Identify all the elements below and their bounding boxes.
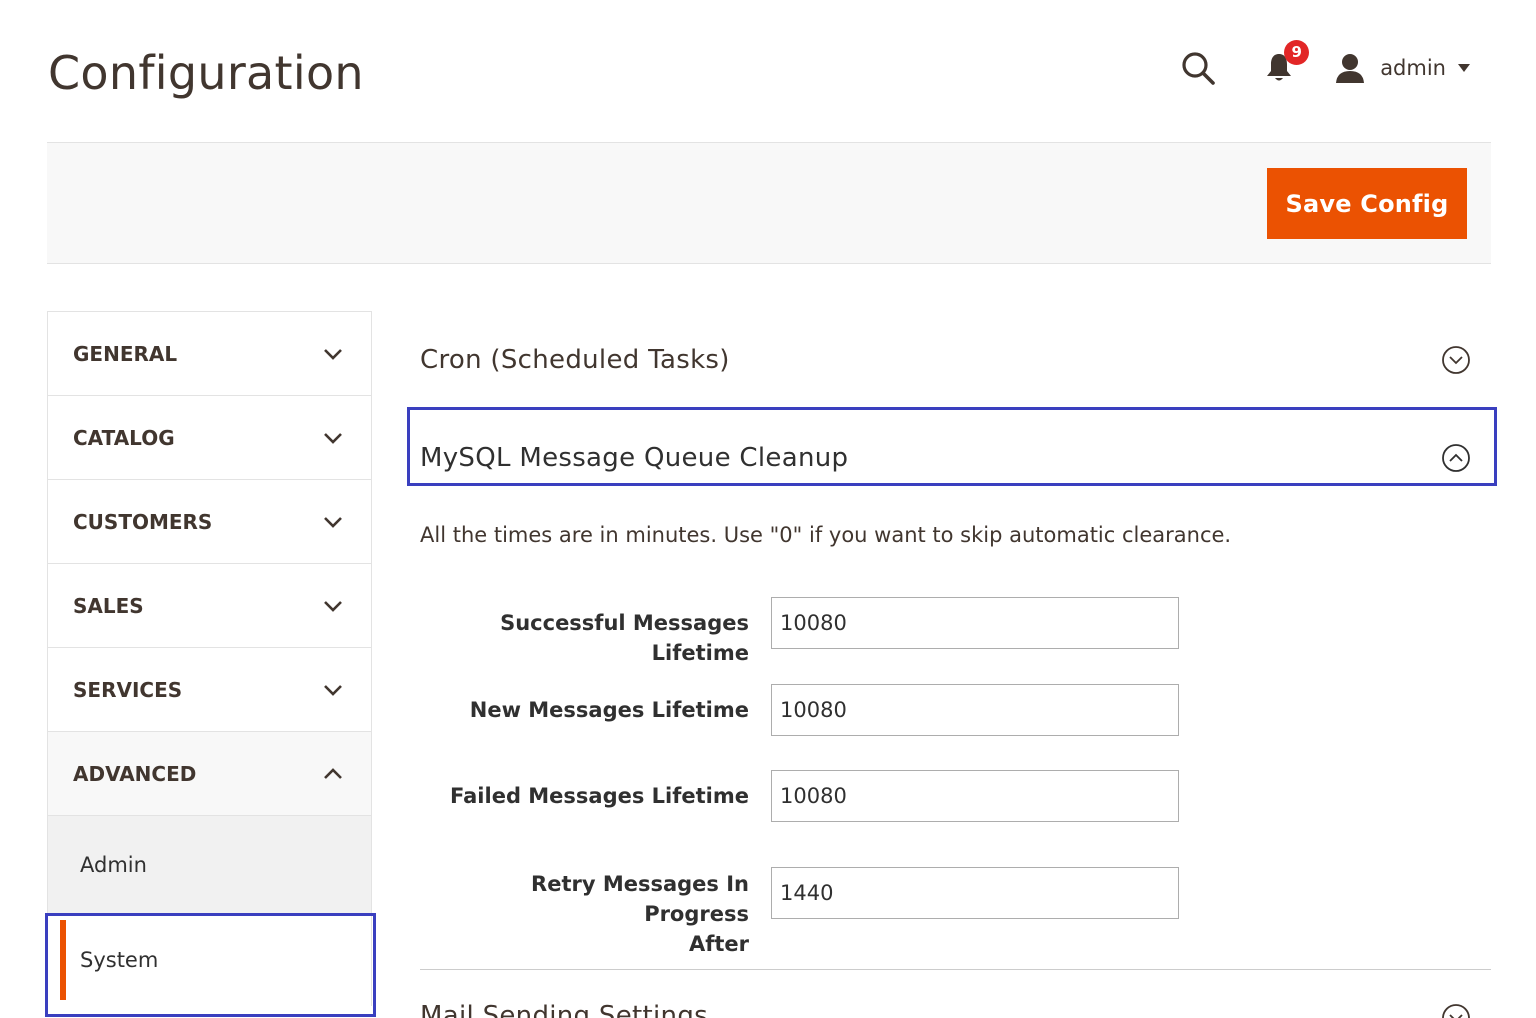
- section-divider: [420, 969, 1491, 970]
- tab-advanced[interactable]: ADVANCED: [48, 732, 371, 816]
- user-name: admin: [1380, 56, 1446, 80]
- tab-label: CATALOG: [73, 425, 175, 450]
- notifications-button[interactable]: 9: [1264, 40, 1310, 84]
- successful-messages-lifetime-input[interactable]: [771, 597, 1179, 649]
- config-sidebar: GENERAL CATALOG CUSTOMERS SALES SERVICES…: [47, 311, 372, 1006]
- tab-services[interactable]: SERVICES: [48, 648, 371, 732]
- search-icon[interactable]: [1180, 50, 1216, 86]
- page-actions-bar: Save Config: [47, 142, 1491, 264]
- new-messages-lifetime-input[interactable]: [771, 684, 1179, 736]
- tab-customers[interactable]: CUSTOMERS: [48, 480, 371, 564]
- retry-messages-input[interactable]: [771, 867, 1179, 919]
- section-title: Mail Sending Settings: [420, 1001, 708, 1018]
- chevron-up-icon: [324, 767, 342, 779]
- subtab-admin[interactable]: Admin: [48, 816, 371, 914]
- chevron-down-icon: [324, 348, 342, 360]
- field-label: Retry Messages In Progress After: [429, 869, 749, 959]
- field-label: New Messages Lifetime: [469, 698, 749, 722]
- chevron-down-icon: [324, 600, 342, 612]
- section-title: Cron (Scheduled Tasks): [420, 345, 730, 375]
- tab-catalog[interactable]: CATALOG: [48, 396, 371, 480]
- chevron-down-icon: [324, 432, 342, 444]
- page-title: Configuration: [48, 46, 364, 100]
- header-actions: 9 admin: [1180, 40, 1470, 90]
- field-label: Successful Messages Lifetime: [500, 611, 749, 665]
- expand-circle-icon: [1442, 1004, 1470, 1018]
- subtab-label: System: [80, 948, 159, 972]
- field-label-line: After: [688, 932, 749, 956]
- section-cron-header[interactable]: Cron (Scheduled Tasks): [420, 321, 1491, 399]
- user-icon: [1336, 54, 1365, 83]
- tab-sales[interactable]: SALES: [48, 564, 371, 648]
- section-title: MySQL Message Queue Cleanup: [420, 443, 849, 473]
- tab-label: ADVANCED: [73, 761, 197, 786]
- section-mysql-queue-header[interactable]: MySQL Message Queue Cleanup: [420, 419, 1491, 497]
- advanced-subtabs: Admin System: [48, 816, 371, 1006]
- field-label: Failed Messages Lifetime: [450, 784, 749, 808]
- tab-general[interactable]: GENERAL: [48, 312, 371, 396]
- subtab-system[interactable]: System: [48, 914, 371, 1006]
- section-comment: All the times are in minutes. Use "0" if…: [420, 523, 1232, 547]
- field-label-line: Retry Messages In Progress: [531, 872, 749, 926]
- caret-down-icon: [1458, 64, 1470, 72]
- failed-messages-lifetime-input[interactable]: [771, 770, 1179, 822]
- selected-indicator: [60, 920, 66, 1000]
- tab-label: GENERAL: [73, 341, 178, 366]
- expand-circle-icon: [1442, 346, 1470, 374]
- section-mail-sending-header[interactable]: Mail Sending Settings: [420, 991, 1491, 1018]
- tab-label: SALES: [73, 593, 144, 618]
- chevron-down-icon: [324, 516, 342, 528]
- chevron-down-icon: [324, 684, 342, 696]
- user-menu[interactable]: admin: [1334, 52, 1470, 84]
- save-config-button[interactable]: Save Config: [1267, 168, 1467, 239]
- notification-count-badge: 9: [1284, 40, 1310, 65]
- tab-label: SERVICES: [73, 677, 183, 702]
- collapse-circle-icon: [1442, 444, 1470, 472]
- tab-label: CUSTOMERS: [73, 509, 213, 534]
